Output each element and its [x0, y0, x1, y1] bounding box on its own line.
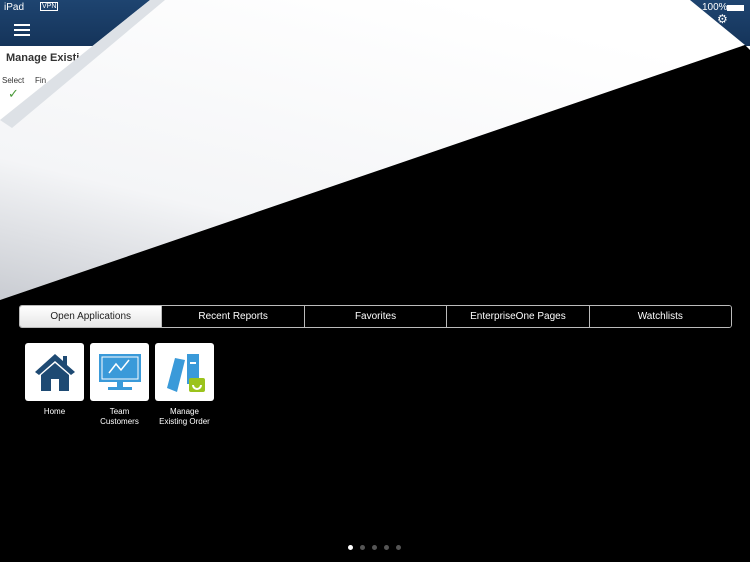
app-home[interactable]: Home	[25, 343, 84, 427]
app-manage-existing-order[interactable]: Manage Existing Order	[155, 343, 214, 427]
tab-watchlists[interactable]: Watchlists	[588, 306, 731, 327]
page-indicator[interactable]	[348, 545, 401, 550]
monitor-chart-icon	[98, 354, 141, 390]
page-dot[interactable]	[372, 545, 377, 550]
tab-bar: Open Applications Recent Reports Favorit…	[19, 305, 732, 328]
page-dot[interactable]	[384, 545, 389, 550]
binders-wrench-icon	[166, 354, 205, 392]
tab-open-applications[interactable]: Open Applications	[20, 306, 162, 327]
house-icon	[34, 354, 75, 391]
page-curl	[0, 0, 750, 300]
tab-recent-reports[interactable]: Recent Reports	[161, 306, 304, 327]
page-dot[interactable]	[396, 545, 401, 550]
tab-enterpriseone-pages[interactable]: EnterpriseOne Pages	[446, 306, 589, 327]
app-team-customers[interactable]: Team Customers	[90, 343, 149, 427]
tab-favorites[interactable]: Favorites	[303, 306, 447, 327]
page-dot[interactable]	[348, 545, 353, 550]
page-dot[interactable]	[360, 545, 365, 550]
